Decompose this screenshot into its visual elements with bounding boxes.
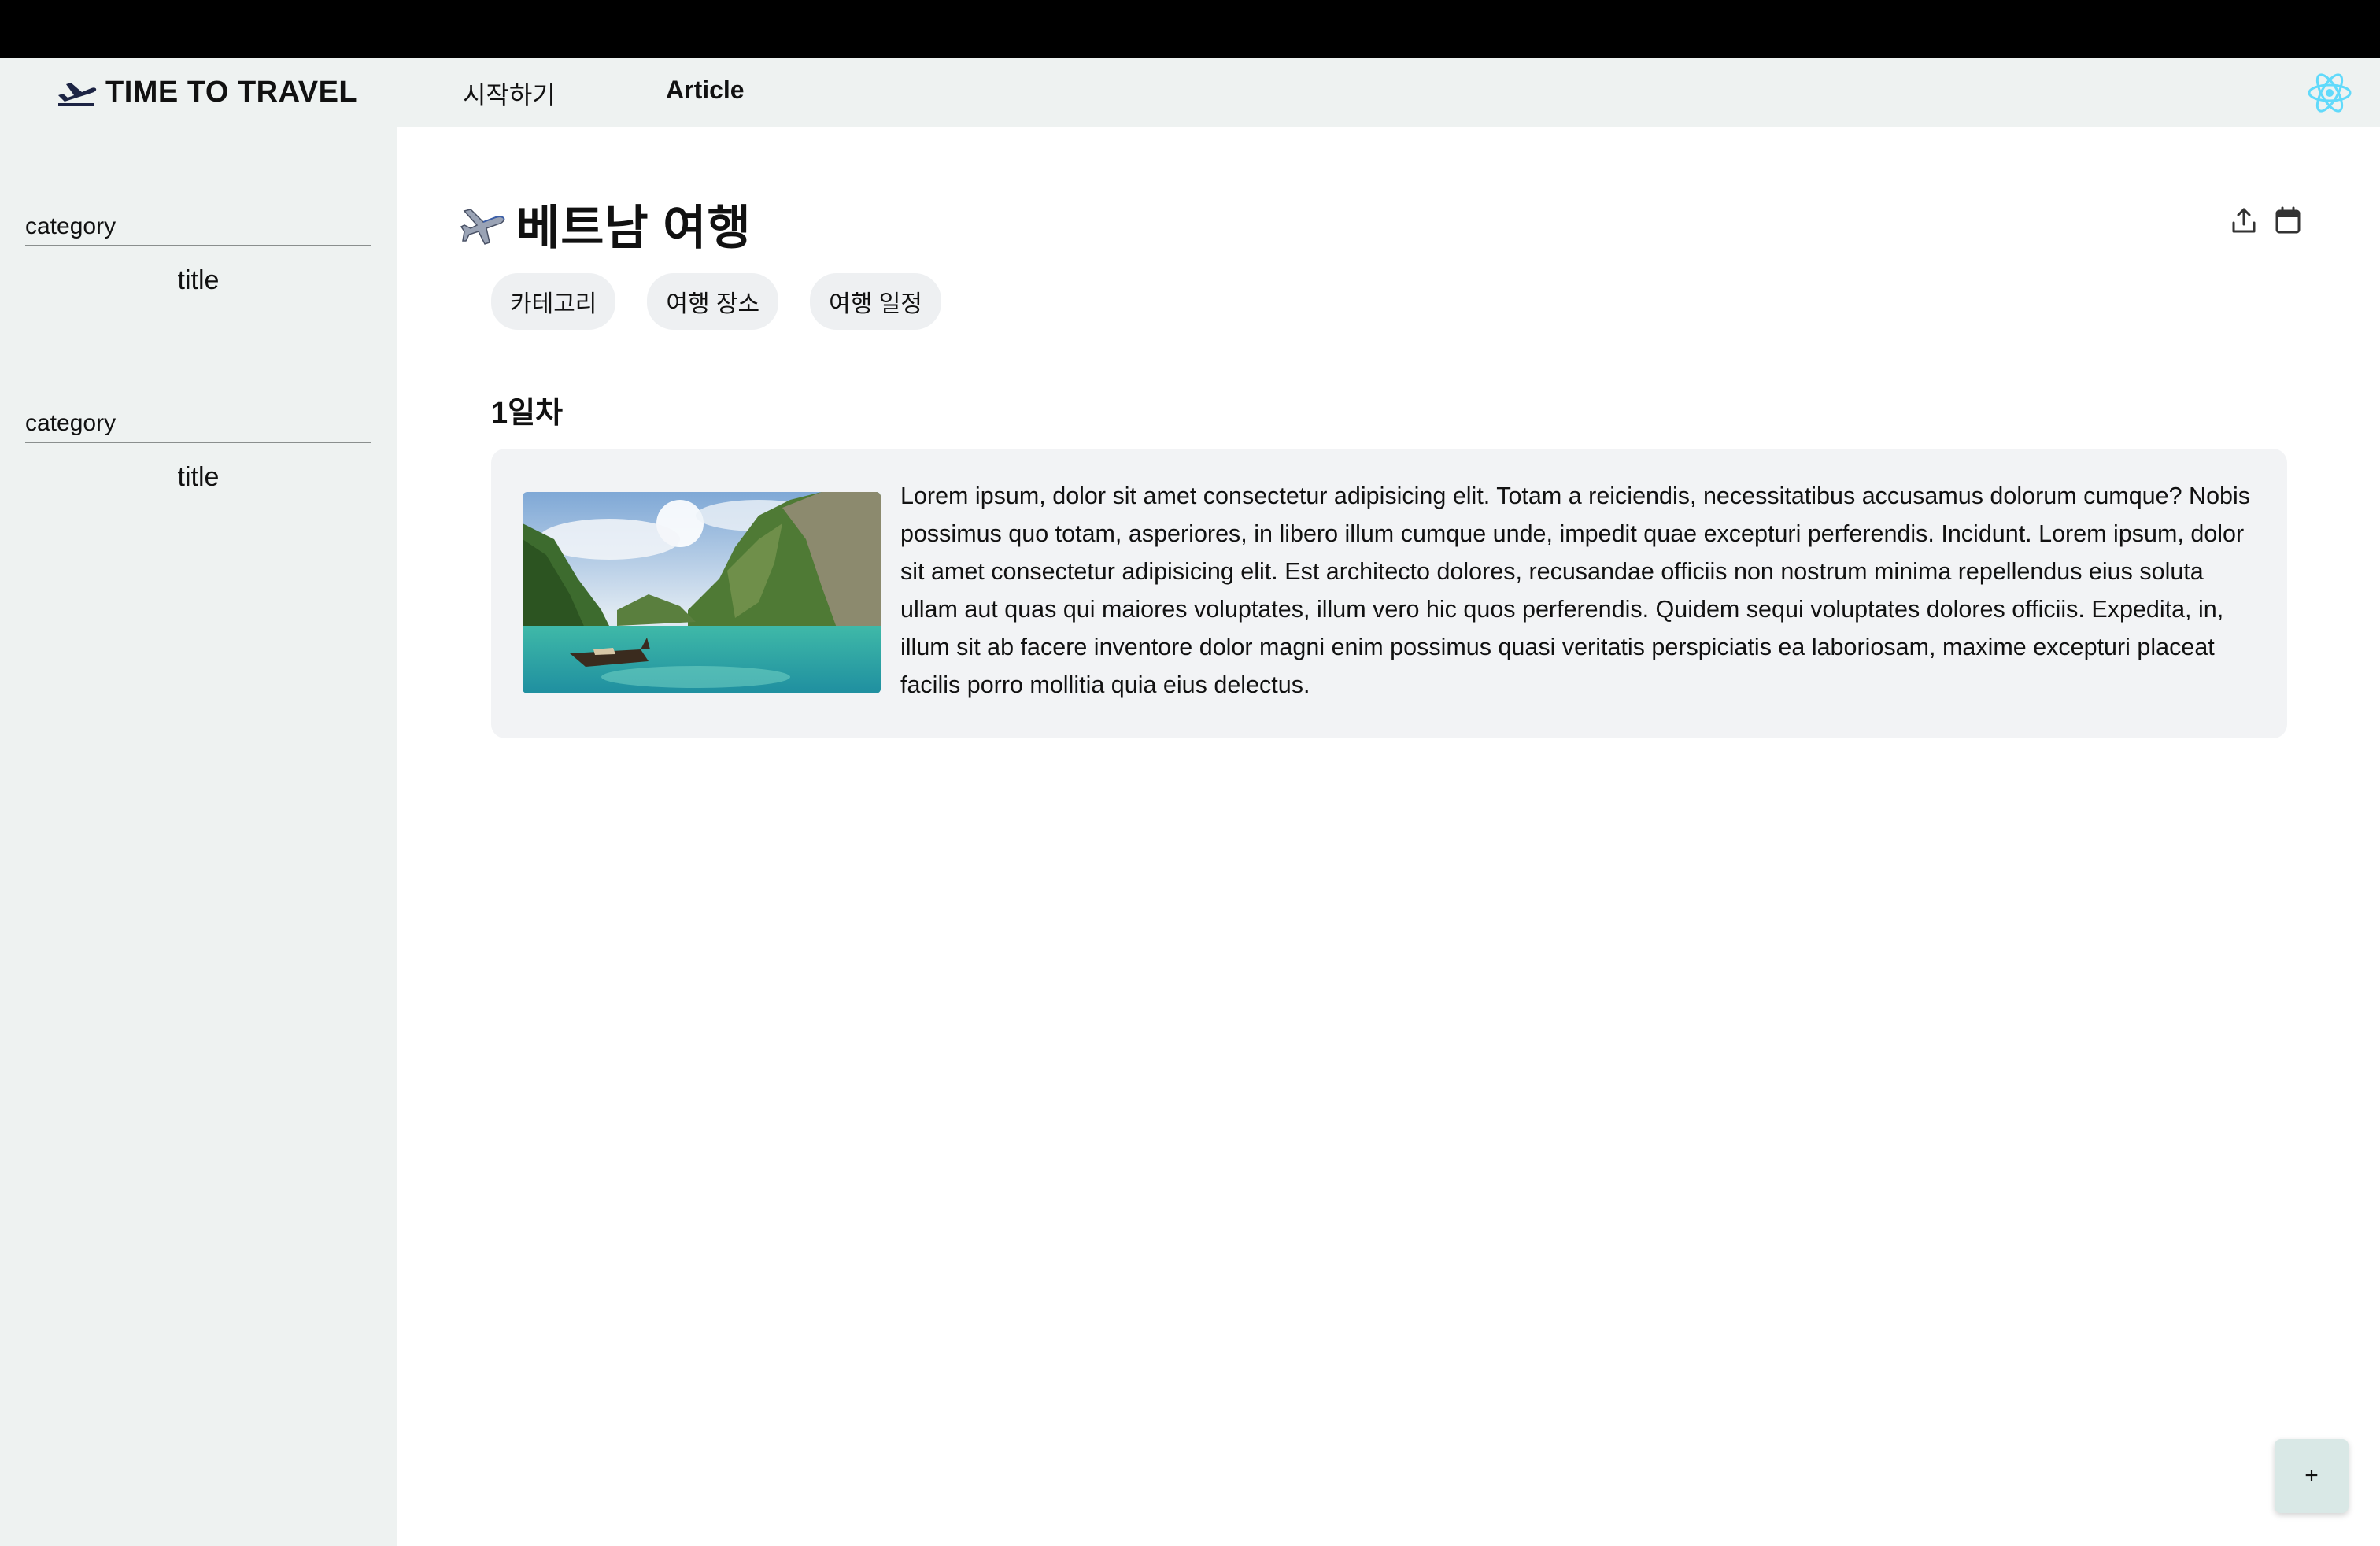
nav-start-link[interactable]: 시작하기 [463, 76, 556, 112]
sidebar-group: category title [25, 410, 371, 493]
navbar: TIME TO TRAVEL 시작하기 Article [0, 58, 2380, 127]
tag-list: 카테고리 여행 장소 여행 일정 [491, 273, 941, 330]
airplane-icon [460, 208, 505, 245]
page-title: 베트남 여행 [516, 202, 752, 254]
sidebar-item-title[interactable]: title [25, 265, 371, 296]
brand-logo[interactable]: TIME TO TRAVEL [55, 76, 425, 109]
sidebar-group: category title [25, 213, 371, 296]
sidebar-category: category [25, 213, 371, 246]
brand-name: TIME TO TRAVEL [105, 76, 358, 109]
sidebar-item-title[interactable]: title [25, 462, 371, 493]
sidebar: category title category title [0, 127, 397, 1546]
entry-photo [523, 492, 881, 693]
sidebar-category: category [25, 410, 371, 443]
tag-category[interactable]: 카테고리 [491, 273, 616, 330]
share-icon[interactable] [2230, 205, 2257, 235]
day-heading: 1일차 [491, 397, 564, 430]
add-button[interactable]: + [2275, 1439, 2349, 1513]
entry-text: Lorem ipsum, dolor sit amet consectetur … [900, 483, 2251, 698]
tag-schedule[interactable]: 여행 일정 [810, 273, 941, 330]
main-content: 베트남 여행 카테고리 여행 장소 여행 일정 1일차 Lorem ipsum,… [397, 127, 2380, 1546]
tag-place[interactable]: 여행 장소 [647, 273, 779, 330]
airplane-takeoff-icon [58, 82, 97, 106]
window-top-bar [0, 0, 2380, 58]
react-atom-icon[interactable] [2306, 69, 2353, 117]
calendar-icon[interactable] [2275, 205, 2301, 235]
nav-article-link[interactable]: Article [666, 76, 745, 105]
entry-card[interactable]: Lorem ipsum, dolor sit amet consectetur … [491, 449, 2287, 738]
page-actions [2230, 205, 2301, 235]
page-header: 베트남 여행 [460, 190, 752, 258]
